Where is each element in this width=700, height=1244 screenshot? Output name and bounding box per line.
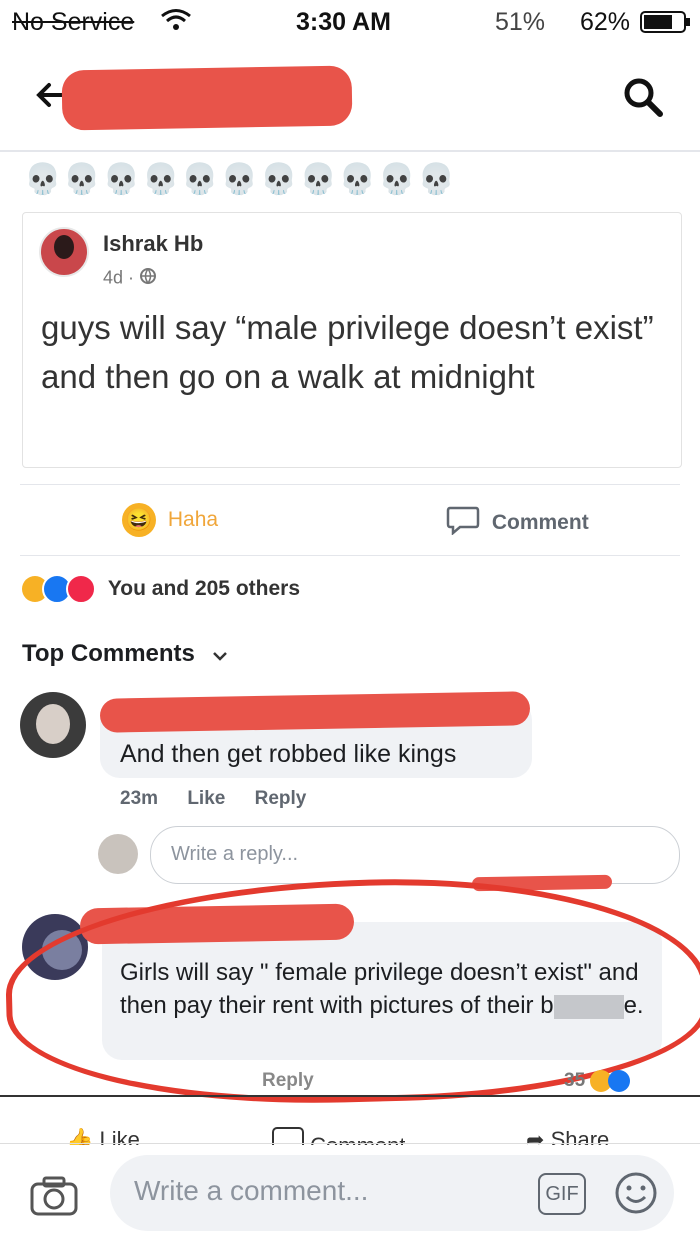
like-reaction-icon-2 xyxy=(608,1070,631,1092)
nav-bar xyxy=(0,46,700,152)
chevron-down-icon xyxy=(212,641,228,669)
reply-avatar xyxy=(98,834,138,874)
top-comments-filter[interactable]: Top Comments xyxy=(22,640,228,669)
search-icon[interactable] xyxy=(622,76,664,123)
clock: 3:30 AM xyxy=(296,8,391,36)
post-text: guys will say “male privilege doesn’t ex… xyxy=(41,309,654,395)
love-reaction-icon xyxy=(66,574,96,604)
haha-label: Haha xyxy=(167,507,219,531)
reply-placeholder: Write a reply... xyxy=(171,843,299,865)
comment-reply-button-1[interactable]: Reply xyxy=(255,788,307,809)
comment-like-button-1[interactable]: Like xyxy=(187,788,225,809)
emoji-smile-icon[interactable] xyxy=(614,1171,658,1220)
carrier-label: No Service xyxy=(12,8,135,36)
shared-post-card[interactable]: Ishrak Hb 4d · guys will say “male privi… xyxy=(22,212,682,468)
top-comments-label: Top Comments xyxy=(22,640,195,667)
back-arrow-icon[interactable] xyxy=(36,82,64,113)
comment-input[interactable]: Write a comment... GIF xyxy=(110,1155,674,1231)
comment-time-1: 23m xyxy=(120,788,159,809)
comment-bubble-icon xyxy=(446,505,480,541)
wifi-icon xyxy=(160,8,192,39)
post-timestamp: 4d · xyxy=(103,267,157,290)
post-author-name[interactable]: Ishrak Hb xyxy=(103,231,203,257)
haha-emoji-icon: 😆 xyxy=(122,503,156,537)
post-emoji-caption: 💀💀💀💀💀💀💀💀💀💀💀 xyxy=(24,163,457,196)
comment-reply-button-2[interactable]: Reply xyxy=(262,1070,314,1092)
globe-icon xyxy=(139,267,157,290)
battery-percent-b: 62% xyxy=(580,8,631,36)
comment-reaction-count-2[interactable]: 35 xyxy=(564,1070,631,1092)
author-avatar[interactable] xyxy=(39,227,89,277)
haha-reaction-button[interactable]: 😆 Haha xyxy=(122,503,218,537)
redacted-page-name xyxy=(61,65,353,131)
commenter-avatar-1[interactable] xyxy=(20,692,86,758)
comment-text-1: And then get robbed like kings xyxy=(120,740,457,768)
post-action-row: 😆 Haha Comment xyxy=(20,484,680,556)
post-time-label: 4d · xyxy=(103,267,135,288)
reaction-count-text: You and 205 others xyxy=(107,577,301,600)
reaction-summary[interactable]: You and 205 others xyxy=(22,574,300,604)
comment-meta-1: 23m Like Reply xyxy=(120,788,306,810)
status-bar: No Service 3:30 AM 51% 62% xyxy=(0,0,700,46)
battery-icon xyxy=(640,10,692,41)
comment-button[interactable]: Comment xyxy=(446,505,589,541)
comment-reaction-number-2: 35 xyxy=(564,1070,586,1092)
battery-percent-a: 51% xyxy=(495,8,546,36)
bottom-action-bar: 👍 Like Comment ➦ Share xyxy=(0,1095,700,1145)
camera-icon[interactable] xyxy=(30,1176,78,1221)
comment-placeholder: Write a comment... xyxy=(134,1175,369,1206)
gif-button[interactable]: GIF xyxy=(538,1173,586,1215)
comment-label: Comment xyxy=(491,510,589,534)
